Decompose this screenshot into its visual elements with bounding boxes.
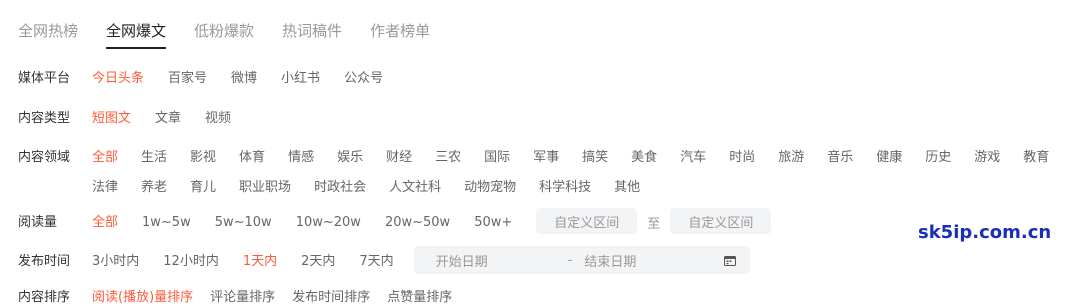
domain-option[interactable]: 时政社会 <box>314 178 366 198</box>
tab-author-ranking[interactable]: 作者榜单 <box>370 22 430 40</box>
domain-filter-label: 内容领域 <box>18 150 71 165</box>
domain-option[interactable]: 体育 <box>239 148 265 168</box>
reads-option[interactable]: 10w~20w <box>296 213 361 233</box>
domain-option[interactable]: 影视 <box>190 148 216 168</box>
reads-range-separator: 至 <box>647 217 661 232</box>
domain-option[interactable]: 生活 <box>141 148 167 168</box>
platform-option[interactable]: 百家号 <box>168 69 207 89</box>
sort-filter-label: 内容排序 <box>18 290 71 305</box>
domain-option[interactable]: 科学科技 <box>539 178 591 198</box>
platform-options: 今日头条 百家号 微博 小红书 公众号 <box>92 69 383 89</box>
tab-viral-articles[interactable]: 全网爆文 <box>106 22 167 49</box>
content-type-filter-row: 内容类型 短图文 文章 视频 <box>18 109 231 129</box>
reads-option[interactable]: 全部 <box>92 213 118 233</box>
domain-option[interactable]: 游戏 <box>974 148 1000 168</box>
publish-time-option[interactable]: 1天内 <box>243 252 277 272</box>
domain-option[interactable]: 时尚 <box>729 148 755 168</box>
date-range-dash: - <box>567 252 573 268</box>
sort-option[interactable]: 评论量排序 <box>210 288 275 308</box>
end-date-input[interactable]: 结束日期 <box>584 251 636 270</box>
domain-option[interactable]: 娱乐 <box>337 148 363 168</box>
domain-filter-row: 内容领域 全部 生活 影视 体育 情感 娱乐 财经 三农 国际 军事 搞笑 美食… <box>18 148 1072 198</box>
content-type-filter-label: 内容类型 <box>18 111 71 126</box>
domain-option[interactable]: 三农 <box>435 148 461 168</box>
tab-low-follower-hits[interactable]: 低粉爆款 <box>194 22 254 40</box>
domain-option[interactable]: 汽车 <box>680 148 706 168</box>
domain-option[interactable]: 职业职场 <box>239 178 291 198</box>
publish-time-options: 3小时内 12小时内 1天内 2天内 7天内 <box>92 252 394 272</box>
reads-option[interactable]: 1w~5w <box>142 213 191 233</box>
domain-option[interactable]: 育儿 <box>190 178 216 198</box>
platform-option[interactable]: 公众号 <box>344 69 383 89</box>
domain-option[interactable]: 全部 <box>92 148 118 168</box>
domain-option[interactable]: 健康 <box>876 148 902 168</box>
domain-option[interactable]: 养老 <box>141 178 167 198</box>
publish-time-filter-label: 发布时间 <box>18 254 71 269</box>
reads-range-from-input[interactable]: 自定义区间 <box>536 208 638 234</box>
domain-option[interactable]: 搞笑 <box>582 148 608 168</box>
top-tabs: 全网热榜 全网爆文 低粉爆款 热词稿件 作者榜单 <box>18 22 430 49</box>
reads-option[interactable]: 50w+ <box>474 213 512 233</box>
domain-option[interactable]: 旅游 <box>778 148 804 168</box>
platform-option[interactable]: 微博 <box>231 69 257 89</box>
sort-option[interactable]: 阅读(播放)量排序 <box>92 288 193 308</box>
reads-option[interactable]: 20w~50w <box>385 213 450 233</box>
publish-time-filter-row: 发布时间 3小时内 12小时内 1天内 2天内 7天内 开始日期 - 结束日期 <box>18 246 750 274</box>
domain-option[interactable]: 美食 <box>631 148 657 168</box>
publish-time-option[interactable]: 2天内 <box>301 252 335 272</box>
domain-option[interactable]: 情感 <box>288 148 314 168</box>
reads-options: 全部 1w~5w 5w~10w 10w~20w 20w~50w 50w+ <box>92 213 512 233</box>
content-type-option[interactable]: 短图文 <box>92 109 131 129</box>
domain-option[interactable]: 音乐 <box>827 148 853 168</box>
reads-filter-row: 阅读量 全部 1w~5w 5w~10w 10w~20w 20w~50w 50w+… <box>18 208 772 234</box>
reads-range-to-input[interactable]: 自定义区间 <box>670 208 772 234</box>
content-type-options: 短图文 文章 视频 <box>92 109 231 129</box>
sort-options: 阅读(播放)量排序 评论量排序 发布时间排序 点赞量排序 <box>92 288 452 308</box>
reads-option[interactable]: 5w~10w <box>215 213 272 233</box>
platform-option[interactable]: 今日头条 <box>92 69 144 89</box>
start-date-input[interactable]: 开始日期 <box>436 251 488 270</box>
content-type-option[interactable]: 文章 <box>155 109 181 129</box>
tab-hot-keywords[interactable]: 热词稿件 <box>282 22 342 40</box>
platform-filter-row: 媒体平台 今日头条 百家号 微博 小红书 公众号 <box>18 69 383 89</box>
calendar-icon[interactable] <box>723 255 736 266</box>
reads-filter-label: 阅读量 <box>18 214 58 230</box>
domain-option[interactable]: 人文社科 <box>389 178 441 198</box>
sort-option[interactable]: 发布时间排序 <box>292 288 370 308</box>
domain-option[interactable]: 财经 <box>386 148 412 168</box>
domain-option[interactable]: 动物宠物 <box>464 178 516 198</box>
domain-options: 全部 生活 影视 体育 情感 娱乐 财经 三农 国际 军事 搞笑 美食 汽车 时… <box>92 148 1072 198</box>
tab-hot-list[interactable]: 全网热榜 <box>18 22 78 40</box>
publish-time-option[interactable]: 7天内 <box>359 252 393 272</box>
sort-filter-row: 内容排序 阅读(播放)量排序 评论量排序 发布时间排序 点赞量排序 <box>18 288 452 308</box>
watermark-text: sk5ip.com.cn <box>918 222 1052 243</box>
publish-time-option[interactable]: 3小时内 <box>92 252 139 272</box>
domain-option[interactable]: 其他 <box>614 178 640 198</box>
platform-option[interactable]: 小红书 <box>281 69 320 89</box>
content-type-option[interactable]: 视频 <box>205 109 231 129</box>
domain-option[interactable]: 历史 <box>925 148 951 168</box>
domain-option[interactable]: 法律 <box>92 178 118 198</box>
domain-option[interactable]: 教育 <box>1023 148 1049 168</box>
publish-time-option[interactable]: 12小时内 <box>163 252 219 272</box>
domain-option[interactable]: 国际 <box>484 148 510 168</box>
sort-option[interactable]: 点赞量排序 <box>387 288 452 308</box>
domain-option[interactable]: 军事 <box>533 148 559 168</box>
date-range-picker[interactable]: 开始日期 - 结束日期 <box>413 246 750 274</box>
platform-filter-label: 媒体平台 <box>18 71 71 86</box>
